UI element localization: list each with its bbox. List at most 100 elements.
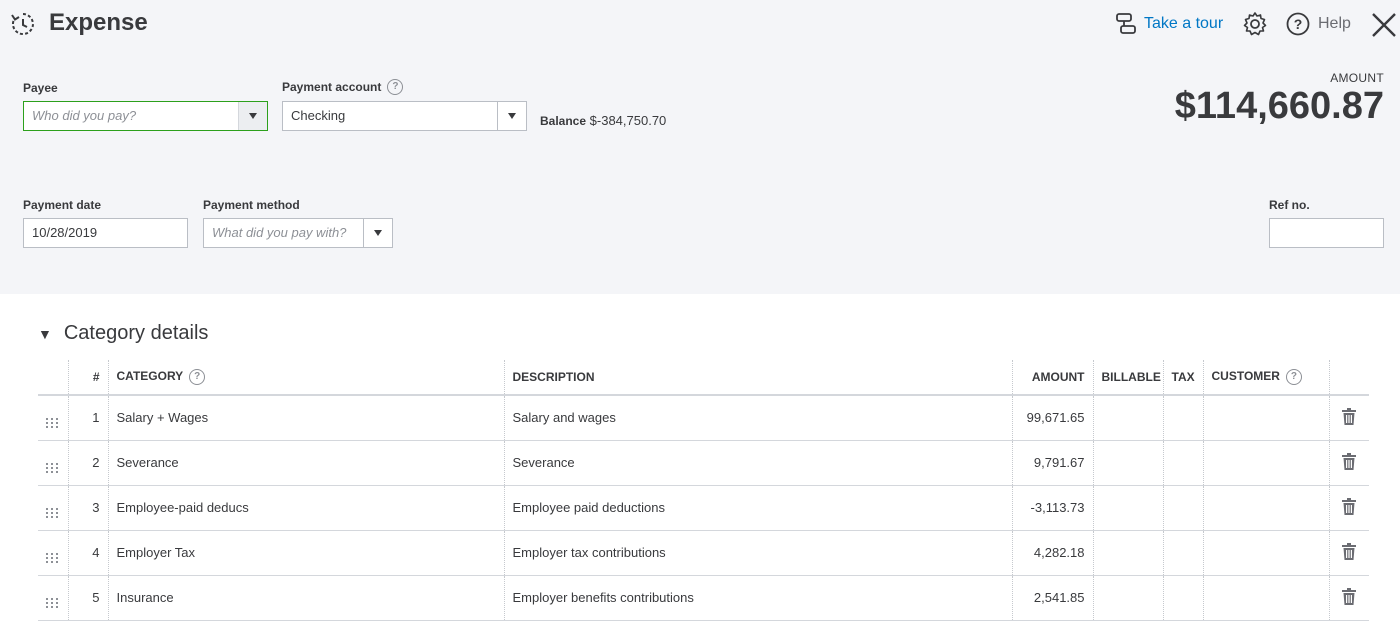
table-row[interactable]: 5 Insurance Employer benefits contribution… xyxy=(38,575,1369,621)
payee-dropdown-arrow[interactable] xyxy=(238,102,267,130)
row-category[interactable]: Severance xyxy=(107,440,504,486)
drag-handle[interactable] xyxy=(38,485,68,531)
row-description[interactable]: Severance xyxy=(503,440,1012,486)
row-category[interactable]: Salary + Wages xyxy=(107,395,504,441)
table-row[interactable]: 4 Employer Tax Employer tax contributions 4… xyxy=(38,530,1369,576)
row-billable[interactable] xyxy=(1092,575,1163,621)
category-details-toggle[interactable]: ▼ Category details xyxy=(38,322,208,345)
category-table: # CATEGORY? DESCRIPTION AMOUNT BILLABLE … xyxy=(38,360,1369,621)
row-description[interactable]: Employer benefits contributions xyxy=(503,575,1012,621)
drag-handle-icon xyxy=(46,462,59,473)
delete-row-button[interactable] xyxy=(1328,530,1369,576)
payment-account-value[interactable]: Checking xyxy=(283,102,497,130)
collapse-triangle-icon: ▼ xyxy=(38,325,52,342)
row-customer[interactable] xyxy=(1202,485,1329,531)
header-amount: AMOUNT xyxy=(1011,360,1093,396)
row-number: 5 xyxy=(67,575,108,621)
delete-row-button[interactable] xyxy=(1328,395,1369,441)
table-row[interactable]: 3 Employee-paid deducs Employee paid deduc… xyxy=(38,485,1369,531)
help-icon[interactable]: ? xyxy=(387,79,404,95)
row-amount[interactable]: -3,113.73 xyxy=(1011,485,1093,531)
payment-date-field[interactable]: 10/28/2019 xyxy=(23,218,188,248)
header-billable: BILLABLE xyxy=(1092,360,1163,396)
row-billable[interactable] xyxy=(1092,440,1163,486)
row-category[interactable]: Insurance xyxy=(107,575,504,621)
row-billable[interactable] xyxy=(1092,485,1163,531)
row-category[interactable]: Employee-paid deducs xyxy=(107,485,504,531)
help-icon[interactable]: ? xyxy=(1285,369,1302,385)
balance-label: Balance xyxy=(540,114,587,128)
amount-total: $114,660.87 xyxy=(1174,85,1384,127)
table-row[interactable]: 2 Severance Severance 9,791.67 xyxy=(38,440,1369,486)
payment-date-value[interactable]: 10/28/2019 xyxy=(24,219,187,247)
payment-method-dropdown[interactable]: What did you pay with? xyxy=(203,218,393,248)
tour-icon xyxy=(1116,13,1136,34)
row-tax[interactable] xyxy=(1162,575,1203,621)
row-tax[interactable] xyxy=(1162,395,1203,441)
help-label: Help xyxy=(1318,15,1351,32)
chevron-down-icon xyxy=(249,113,257,119)
payee-dropdown[interactable]: Who did you pay? xyxy=(23,101,268,131)
row-tax[interactable] xyxy=(1162,485,1203,531)
trash-icon xyxy=(1342,452,1357,470)
row-number: 2 xyxy=(67,440,108,486)
ref-no-field[interactable] xyxy=(1269,218,1384,248)
drag-handle[interactable] xyxy=(38,440,68,486)
close-icon[interactable] xyxy=(1370,11,1398,39)
row-amount[interactable]: 9,791.67 xyxy=(1011,440,1093,486)
help-button[interactable]: ? Help xyxy=(1286,12,1351,36)
payee-input[interactable]: Who did you pay? xyxy=(24,102,238,130)
take-a-tour-link[interactable]: Take a tour xyxy=(1114,12,1223,36)
trash-icon xyxy=(1342,587,1357,605)
drag-handle-icon xyxy=(46,417,59,428)
payment-account-label: Payment account xyxy=(282,80,382,94)
row-customer[interactable] xyxy=(1202,440,1329,486)
payment-method-input[interactable]: What did you pay with? xyxy=(204,219,363,247)
table-row[interactable]: 1 Salary + Wages Salary and wages 99,671.65 xyxy=(38,395,1369,441)
row-amount[interactable]: 4,282.18 xyxy=(1011,530,1093,576)
help-icon[interactable]: ? xyxy=(189,369,206,385)
row-number: 1 xyxy=(67,395,108,441)
svg-text:?: ? xyxy=(1294,16,1303,32)
drag-handle[interactable] xyxy=(38,395,68,441)
drag-handle-icon xyxy=(46,597,59,608)
chevron-down-icon xyxy=(508,113,516,119)
row-amount[interactable]: 99,671.65 xyxy=(1011,395,1093,441)
header-panel xyxy=(0,0,1400,294)
table-header-row: # CATEGORY? DESCRIPTION AMOUNT BILLABLE … xyxy=(38,360,1369,396)
payment-method-label: Payment method xyxy=(203,198,300,212)
row-tax[interactable] xyxy=(1162,530,1203,576)
row-billable[interactable] xyxy=(1092,395,1163,441)
balance-value: $-384,750.70 xyxy=(589,113,667,128)
payment-account-dropdown[interactable]: Checking xyxy=(282,101,527,131)
payee-label: Payee xyxy=(23,81,58,95)
drag-handle[interactable] xyxy=(38,530,68,576)
amount-label: AMOUNT xyxy=(1330,71,1384,85)
row-description[interactable]: Employee paid deductions xyxy=(503,485,1012,531)
payment-method-dropdown-arrow[interactable] xyxy=(363,219,392,247)
delete-row-button[interactable] xyxy=(1328,440,1369,486)
row-customer[interactable] xyxy=(1202,395,1329,441)
ref-no-value[interactable] xyxy=(1270,219,1383,247)
row-tax[interactable] xyxy=(1162,440,1203,486)
header-category-label: CATEGORY xyxy=(116,369,184,384)
payment-account-label-row: Payment account ? xyxy=(282,79,404,95)
delete-row-button[interactable] xyxy=(1328,575,1369,621)
row-description[interactable]: Salary and wages xyxy=(503,395,1012,441)
row-billable[interactable] xyxy=(1092,530,1163,576)
row-number: 3 xyxy=(67,485,108,531)
row-description[interactable]: Employer tax contributions xyxy=(503,530,1012,576)
delete-row-button[interactable] xyxy=(1328,485,1369,531)
ref-no-label: Ref no. xyxy=(1269,198,1310,212)
row-category[interactable]: Employer Tax xyxy=(107,530,504,576)
header-delete xyxy=(1328,360,1369,396)
drag-handle[interactable] xyxy=(38,575,68,621)
row-customer[interactable] xyxy=(1202,575,1329,621)
trash-icon xyxy=(1342,542,1357,560)
row-amount[interactable]: 2,541.85 xyxy=(1011,575,1093,621)
header-description: DESCRIPTION xyxy=(503,360,1012,396)
take-a-tour-label: Take a tour xyxy=(1144,15,1224,32)
gear-icon[interactable] xyxy=(1242,11,1268,37)
row-customer[interactable] xyxy=(1202,530,1329,576)
payment-account-dropdown-arrow[interactable] xyxy=(497,102,526,130)
